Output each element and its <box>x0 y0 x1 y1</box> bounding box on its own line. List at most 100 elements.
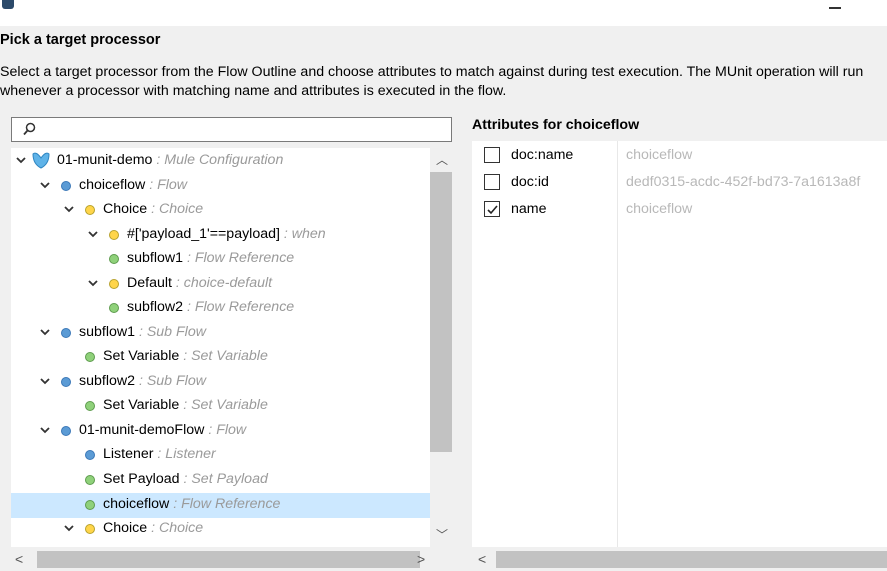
node-name: Choice <box>103 520 148 536</box>
tree-row-label: subflow2 : Sub Flow <box>79 373 206 389</box>
tree-row[interactable]: Choice : Choice <box>11 517 430 542</box>
dialog-description: Select a target processor from the Flow … <box>0 64 864 99</box>
node-type: : Set Variable <box>179 397 268 413</box>
tree-row-label: subflow2 : Flow Reference <box>127 299 294 315</box>
scroll-thumb[interactable] <box>430 172 452 452</box>
tree-row-label: Choice : Choice <box>103 201 203 217</box>
tree-row[interactable]: subflow1 : Sub Flow <box>11 321 430 346</box>
tree-row[interactable]: Set Variable : Set Variable <box>11 345 430 370</box>
scroll-left-icon[interactable]: < <box>15 552 23 566</box>
node-name: subflow2 <box>127 299 183 315</box>
mule-config-icon <box>32 152 50 169</box>
attribute-checkbox[interactable] <box>484 201 500 217</box>
node-name: subflow2 <box>79 373 135 389</box>
node-type: : Choice <box>147 201 204 217</box>
attribute-row[interactable]: doc:name choiceflow <box>472 142 887 169</box>
attribute-checkbox[interactable] <box>484 174 500 190</box>
node-name: 01-munit-demoFlow <box>79 422 205 438</box>
node-type: : Sub Flow <box>135 324 206 340</box>
node-name: Listener <box>103 446 154 462</box>
tree-row[interactable]: Set Payload : Set Payload <box>11 468 430 493</box>
scroll-right-icon[interactable]: > <box>417 552 425 566</box>
tree-row-label: Choice : Choice <box>103 520 203 536</box>
tree-row[interactable]: subflow1 : Flow Reference <box>11 247 430 272</box>
tree-row[interactable]: #['payload_1'==payload] : when <box>11 223 430 248</box>
tree-horizontal-scrollbar[interactable]: < > <box>11 547 452 571</box>
window-title-bar <box>0 0 887 26</box>
chevron-down-icon[interactable] <box>87 228 99 240</box>
attributes-horizontal-scrollbar[interactable]: < <box>472 547 887 571</box>
node-type: : Flow <box>145 177 188 193</box>
tree-row[interactable]: subflow2 : Sub Flow <box>11 370 430 395</box>
tree-row[interactable]: 01-munit-demo : Mule Configuration <box>11 149 430 174</box>
node-type: : Mule Configuration <box>152 152 284 168</box>
processor-icon-green <box>85 475 95 485</box>
router-icon-yellow <box>109 230 119 240</box>
node-type: : Sub Flow <box>135 373 206 389</box>
attribute-value: choiceflow <box>626 147 693 163</box>
node-name: Choice <box>103 201 148 217</box>
node-name: Default <box>127 275 172 291</box>
tree-row[interactable]: Default : choice-default <box>11 272 430 297</box>
node-type: : Set Payload <box>179 471 268 487</box>
tree-row[interactable]: subflow2 : Flow Reference <box>11 296 430 321</box>
scroll-thumb[interactable] <box>37 551 420 568</box>
tree-row-label: 01-munit-demoFlow : Flow <box>79 422 246 438</box>
tree-row[interactable]: Listener : Listener <box>11 443 430 468</box>
attribute-value: choiceflow <box>626 201 693 217</box>
tree-row-label: choiceflow : Flow Reference <box>103 496 280 512</box>
tree-row-label: #['payload_1'==payload] : when <box>127 226 326 242</box>
tree-row-label: Listener : Listener <box>103 446 216 462</box>
chevron-down-icon[interactable] <box>39 375 51 387</box>
tree-row-label: choiceflow : Flow <box>79 177 187 193</box>
node-type: : Flow <box>204 422 247 438</box>
chevron-down-icon[interactable] <box>39 424 51 436</box>
chevron-down-icon[interactable] <box>39 179 51 191</box>
tree-row[interactable]: choiceflow : Flow Reference <box>11 493 430 518</box>
node-name: subflow1 <box>79 324 135 340</box>
scroll-down-icon[interactable]: ﹀ <box>436 529 448 541</box>
attribute-row[interactable]: doc:id dedf0315-acdc-452f-bd73-7a1613a8f <box>472 169 887 196</box>
chevron-down-icon[interactable] <box>15 154 27 166</box>
tree-row[interactable]: 01-munit-demoFlow : Flow <box>11 419 430 444</box>
search-icon <box>23 122 36 136</box>
attribute-checkbox[interactable] <box>484 147 500 163</box>
minimize-icon[interactable] <box>829 7 841 9</box>
node-type: : choice-default <box>171 275 273 291</box>
router-icon-yellow <box>85 205 95 215</box>
dialog-title: Pick a target processor <box>0 32 161 48</box>
tree-row[interactable]: Choice : Choice <box>11 198 430 223</box>
scroll-thumb[interactable] <box>496 551 887 568</box>
tree-row-label: subflow1 : Flow Reference <box>127 250 294 266</box>
tree-row-label: subflow1 : Sub Flow <box>79 324 206 340</box>
attribute-name: name <box>511 201 547 217</box>
scroll-left-icon[interactable]: < <box>478 552 486 566</box>
search-input[interactable] <box>11 117 452 142</box>
tree-row[interactable]: Set Variable : Set Variable <box>11 394 430 419</box>
tree-row-label: Set Payload : Set Payload <box>103 471 268 487</box>
processor-icon-green <box>109 254 119 264</box>
tree-row-label: Set Variable : Set Variable <box>103 348 268 364</box>
flow-icon-blue <box>61 328 71 338</box>
processor-icon-green <box>85 352 95 362</box>
scroll-up-icon[interactable]: ︿ <box>436 154 448 166</box>
chevron-down-icon[interactable] <box>63 203 75 215</box>
node-type: : Flow Reference <box>169 496 281 512</box>
node-type: : Choice <box>147 520 204 536</box>
tree-row[interactable]: choiceflow : Flow <box>11 174 430 199</box>
node-name: 01-munit-demo <box>57 152 153 168</box>
node-name: choiceflow <box>79 177 146 193</box>
source-icon-blue <box>85 450 95 460</box>
node-name: Set Payload <box>103 471 180 487</box>
attribute-value: dedf0315-acdc-452f-bd73-7a1613a8f <box>626 174 861 190</box>
processor-icon-green <box>109 303 119 313</box>
tree-row-label: Default : choice-default <box>127 275 272 291</box>
checkmark-icon <box>487 205 498 215</box>
node-type: : Listener <box>153 446 216 462</box>
chevron-down-icon[interactable] <box>87 277 99 289</box>
tree-vertical-scrollbar[interactable]: ︿ ﹀ <box>430 148 452 548</box>
chevron-down-icon[interactable] <box>39 326 51 338</box>
tree-row-label: Set Variable : Set Variable <box>103 397 268 413</box>
chevron-down-icon[interactable] <box>63 522 75 534</box>
attribute-row[interactable]: name choiceflow <box>472 196 887 223</box>
